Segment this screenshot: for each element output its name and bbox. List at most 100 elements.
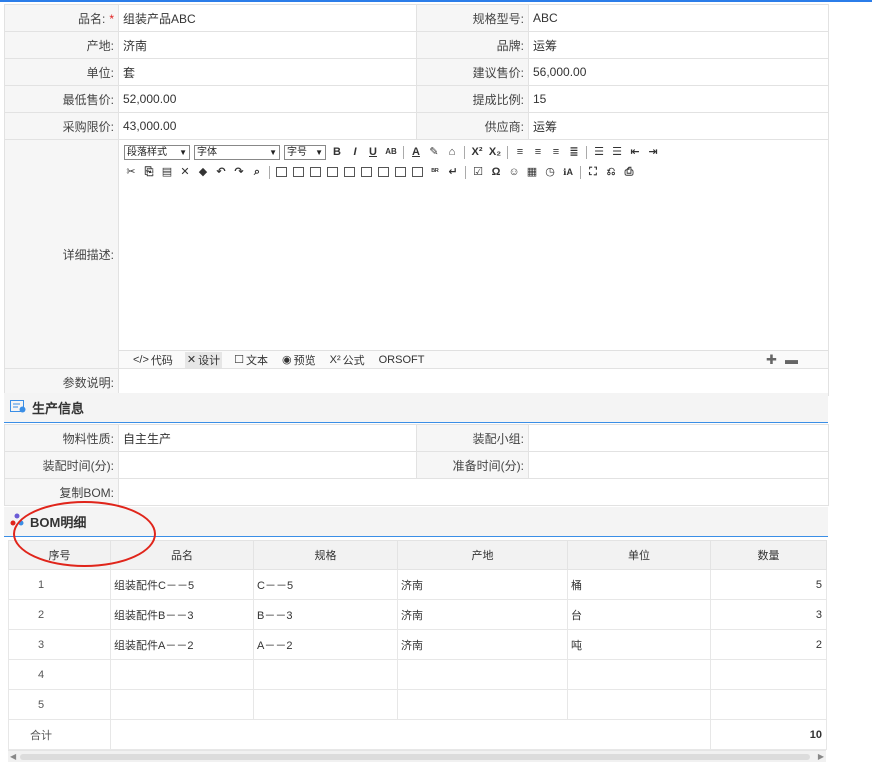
- min-price-field[interactable]: 52,000.00: [118, 85, 417, 113]
- field-icon[interactable]: [412, 167, 423, 177]
- spellcheck-icon[interactable]: ᴮᴿ: [428, 165, 442, 179]
- remove-format-icon[interactable]: ✕: [178, 165, 192, 179]
- table-row[interactable]: 4: [8, 659, 827, 690]
- strikethrough-icon[interactable]: AB: [384, 145, 398, 159]
- cell-qty[interactable]: [710, 689, 827, 720]
- clock-icon[interactable]: ◷: [543, 165, 557, 179]
- translate-icon[interactable]: ℹA: [561, 165, 575, 179]
- highlight-icon[interactable]: ✎: [427, 145, 441, 159]
- cell-name[interactable]: [110, 659, 254, 690]
- align-center-icon[interactable]: ≡: [531, 145, 545, 159]
- cell-unit[interactable]: [567, 659, 711, 690]
- checkbox-icon[interactable]: ☑: [471, 165, 485, 179]
- outdent-icon[interactable]: ⇤: [628, 145, 642, 159]
- bold-icon[interactable]: B: [330, 145, 344, 159]
- cell-qty[interactable]: 3: [710, 599, 827, 630]
- cell-qty[interactable]: 5: [710, 569, 827, 600]
- frame-icon[interactable]: [361, 167, 372, 177]
- font-size-select[interactable]: 字号 ▼: [284, 144, 326, 160]
- italic-icon[interactable]: I: [348, 145, 362, 159]
- media-icon[interactable]: [327, 167, 338, 177]
- paragraph-style-select[interactable]: 段落样式 ▼: [124, 144, 190, 160]
- spec-field[interactable]: ABC: [528, 4, 829, 32]
- column-header-spec[interactable]: 规格: [253, 540, 398, 570]
- subscript-icon[interactable]: X₂: [488, 145, 502, 159]
- indent-icon[interactable]: ⇥: [646, 145, 660, 159]
- copy-bom-field[interactable]: [118, 478, 829, 506]
- cell-unit[interactable]: [567, 689, 711, 720]
- font-select[interactable]: 字体 ▼: [194, 144, 280, 160]
- cell-unit[interactable]: 桶: [567, 569, 711, 600]
- param-field[interactable]: [118, 368, 829, 396]
- suggested-price-field[interactable]: 56,000.00: [528, 58, 829, 86]
- editor-content-area[interactable]: [119, 186, 828, 348]
- calendar-icon[interactable]: ▦: [525, 165, 539, 179]
- cell-unit[interactable]: 吨: [567, 629, 711, 660]
- cell-spec[interactable]: C－－5: [253, 569, 398, 600]
- collapse-icon[interactable]: ▬: [785, 352, 798, 368]
- cell-qty[interactable]: [710, 659, 827, 690]
- text-mode-button[interactable]: ☐ 文本: [232, 352, 270, 368]
- cell-spec[interactable]: [253, 659, 398, 690]
- column-header-origin[interactable]: 产地: [397, 540, 568, 570]
- underline-icon[interactable]: U: [366, 145, 380, 159]
- template-icon[interactable]: [378, 167, 389, 177]
- assembly-group-field[interactable]: [528, 424, 829, 452]
- column-header-unit[interactable]: 单位: [567, 540, 711, 570]
- cell-name[interactable]: 组装配件A－－2: [110, 629, 254, 660]
- origin-field[interactable]: 济南: [118, 31, 417, 59]
- line-break-icon[interactable]: ↵: [446, 165, 460, 179]
- cell-origin[interactable]: 济南: [397, 569, 568, 600]
- gallery-icon[interactable]: [310, 167, 321, 177]
- prep-time-field[interactable]: [528, 451, 829, 479]
- cell-name[interactable]: [110, 689, 254, 720]
- cell-name[interactable]: 组装配件C－－5: [110, 569, 254, 600]
- design-mode-button[interactable]: ✕ 设计: [184, 351, 223, 368]
- scroll-left-icon[interactable]: ◀: [10, 751, 16, 763]
- eraser-icon[interactable]: ◆: [196, 165, 210, 179]
- fullscreen-icon[interactable]: ⛶: [586, 165, 600, 179]
- cell-origin[interactable]: [397, 659, 568, 690]
- find-icon[interactable]: ⌕: [250, 165, 264, 179]
- special-char-icon[interactable]: Ω: [489, 165, 503, 179]
- superscript-icon[interactable]: X²: [470, 145, 484, 159]
- table-row[interactable]: 5: [8, 689, 827, 720]
- product-name-field[interactable]: 组装产品ABC: [118, 4, 417, 32]
- brand-field[interactable]: 运筹: [528, 31, 829, 59]
- preview-mode-button[interactable]: ◉ 预览: [280, 352, 318, 368]
- table-row[interactable]: 1 组装配件C－－5 C－－5 济南 桶 5: [8, 569, 827, 600]
- column-header-qty[interactable]: 数量: [710, 540, 827, 570]
- font-color-icon[interactable]: A: [409, 145, 423, 159]
- image-icon[interactable]: [276, 167, 287, 177]
- redo-icon[interactable]: ↷: [232, 165, 246, 179]
- cell-spec[interactable]: B－－3: [253, 599, 398, 630]
- copy-icon[interactable]: ⎘: [142, 165, 156, 179]
- cell-qty[interactable]: 2: [710, 629, 827, 660]
- cell-unit[interactable]: 台: [567, 599, 711, 630]
- table-icon[interactable]: [344, 167, 355, 177]
- document-icon[interactable]: [293, 167, 304, 177]
- horizontal-scrollbar[interactable]: ◀ ▶: [8, 750, 826, 762]
- undo-icon[interactable]: ↶: [214, 165, 228, 179]
- purchase-limit-field[interactable]: 43,000.00: [118, 112, 417, 140]
- cell-origin[interactable]: 济南: [397, 599, 568, 630]
- align-right-icon[interactable]: ≡: [549, 145, 563, 159]
- commission-field[interactable]: 15: [528, 85, 829, 113]
- cell-origin[interactable]: [397, 689, 568, 720]
- format-paint-icon[interactable]: ⌂: [445, 145, 459, 159]
- table-row[interactable]: 2 组装配件B－－3 B－－3 济南 台 3: [8, 599, 827, 630]
- table-row[interactable]: 3 组装配件A－－2 A－－2 济南 吨 2: [8, 629, 827, 660]
- assembly-time-field[interactable]: [118, 451, 417, 479]
- paste-icon[interactable]: ▤: [160, 165, 174, 179]
- align-left-icon[interactable]: ≡: [513, 145, 527, 159]
- ordered-list-icon[interactable]: ☰: [592, 145, 606, 159]
- cell-spec[interactable]: [253, 689, 398, 720]
- expand-icon[interactable]: ✚: [766, 352, 777, 368]
- formula-mode-button[interactable]: X² 公式: [328, 352, 367, 368]
- print-icon[interactable]: ⎙: [622, 165, 636, 179]
- material-field[interactable]: 自主生产: [118, 424, 417, 452]
- code-mode-button[interactable]: </> 代码: [131, 352, 175, 368]
- cell-name[interactable]: 组装配件B－－3: [110, 599, 254, 630]
- cell-spec[interactable]: A－－2: [253, 629, 398, 660]
- page-icon[interactable]: [395, 167, 406, 177]
